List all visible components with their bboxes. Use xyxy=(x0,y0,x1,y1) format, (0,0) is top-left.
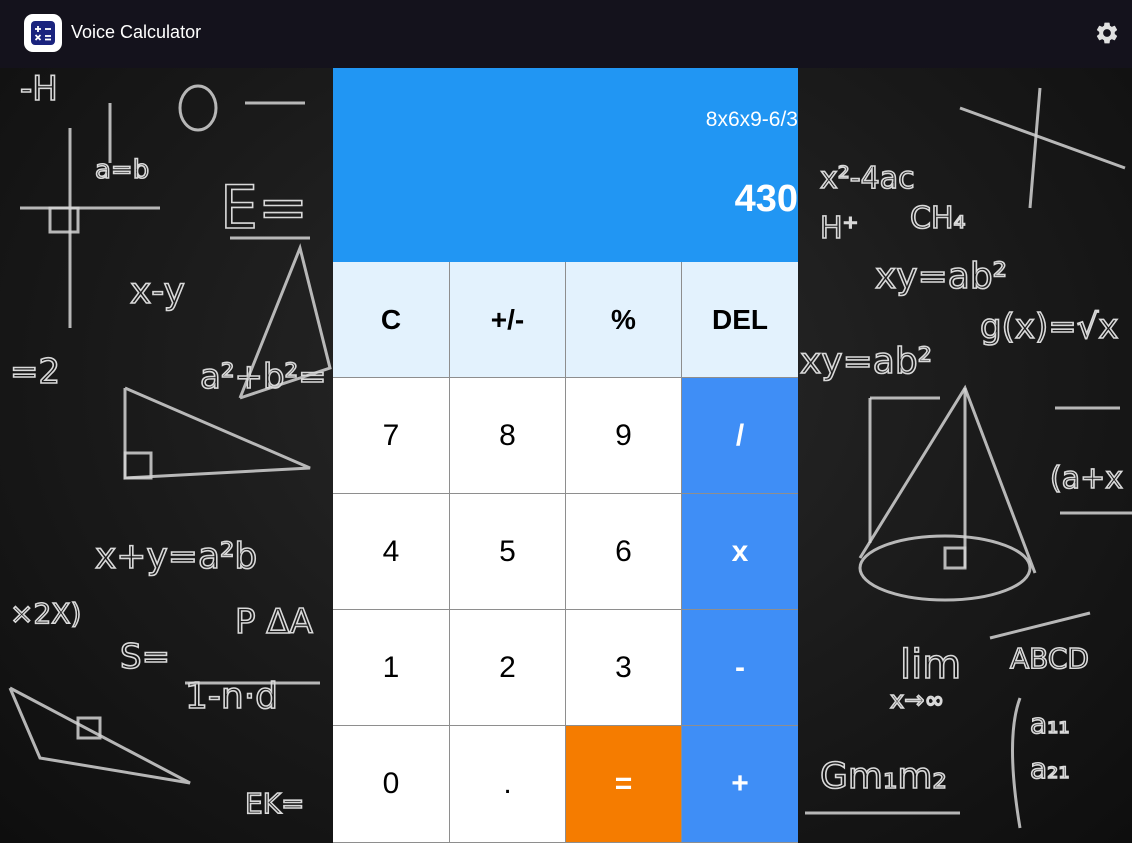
digit-1-button[interactable]: 1 xyxy=(333,610,450,726)
svg-text:1-n·d: 1-n·d xyxy=(185,676,278,717)
clear-button[interactable]: C xyxy=(333,262,450,378)
svg-text:x→∞: x→∞ xyxy=(890,686,944,714)
gear-icon[interactable] xyxy=(1092,18,1122,48)
divide-button[interactable]: / xyxy=(682,378,798,494)
result-text: 430 xyxy=(734,178,798,220)
calculator-panel: 8x6x9-6/3 430 C +/-% DEL 7 8 9/ 4 5 6 x 1 2 3- 0. = + xyxy=(333,68,798,843)
svg-text:×2X): ×2X) xyxy=(10,597,81,630)
digit-8-button[interactable]: 8 xyxy=(450,378,566,494)
svg-text:xy=ab²: xy=ab² xyxy=(875,256,1007,297)
plus-minus-button[interactable]: +/- xyxy=(450,262,566,378)
keypad: C +/-% DEL 7 8 9/ 4 5 6 x 1 2 3- 0. = + xyxy=(333,262,798,843)
svg-text:=2: =2 xyxy=(10,352,60,392)
digit-4-button[interactable]: 4 xyxy=(333,494,450,610)
digit-3-button[interactable]: 3 xyxy=(566,610,682,726)
svg-text:a²+b²=: a²+b²= xyxy=(200,357,327,397)
svg-text:-H: -H xyxy=(20,69,58,109)
expression-text: 8x6x9-6/3 xyxy=(705,108,798,131)
digit-7-button[interactable]: 7 xyxy=(333,378,450,494)
subtract-button[interactable]: - xyxy=(682,610,798,726)
delete-button[interactable]: DEL xyxy=(682,262,798,378)
decimal-button[interactable]: . xyxy=(450,726,566,843)
svg-text:(a+x: (a+x xyxy=(1050,461,1123,496)
equals-button[interactable]: = xyxy=(566,726,682,843)
app-title: Voice Calculator xyxy=(71,22,202,42)
svg-text:a=b: a=b xyxy=(95,155,149,185)
svg-text:EK=: EK= xyxy=(245,787,305,820)
svg-text:x²-4ac: x²-4ac xyxy=(820,161,915,196)
svg-text:CH₄: CH₄ xyxy=(910,201,966,236)
svg-text:H⁺: H⁺ xyxy=(820,211,858,246)
svg-text:P ΔA: P ΔA xyxy=(235,602,313,642)
percent-button[interactable]: % xyxy=(566,262,682,378)
svg-text:ABCD: ABCD xyxy=(1010,642,1089,675)
digit-5-button[interactable]: 5 xyxy=(450,494,566,610)
svg-text:lim: lim xyxy=(900,642,961,688)
digit-2-button[interactable]: 2 xyxy=(450,610,566,726)
svg-text:a₁₁: a₁₁ xyxy=(1030,707,1070,740)
digit-9-button[interactable]: 9 xyxy=(566,378,682,494)
svg-text:Gm₁m₂: Gm₁m₂ xyxy=(820,756,947,797)
digit-0-button[interactable]: 0 xyxy=(333,726,450,843)
app-bar: Voice Calculator xyxy=(0,0,1132,68)
add-button[interactable]: + xyxy=(682,726,798,843)
svg-text:x+y=a²b: x+y=a²b xyxy=(95,536,257,577)
svg-text:S=: S= xyxy=(120,637,170,677)
svg-text:E=: E= xyxy=(220,173,308,243)
svg-text:xy=ab²: xy=ab² xyxy=(800,341,932,382)
calculator-display: 8x6x9-6/3 430 xyxy=(333,68,798,262)
svg-text:a₂₁: a₂₁ xyxy=(1030,752,1070,785)
multiply-button[interactable]: x xyxy=(682,494,798,610)
svg-text:x-y: x-y xyxy=(130,271,185,312)
digit-6-button[interactable]: 6 xyxy=(566,494,682,610)
calculator-icon xyxy=(24,14,62,52)
svg-text:g(x)=√x: g(x)=√x xyxy=(980,307,1119,347)
